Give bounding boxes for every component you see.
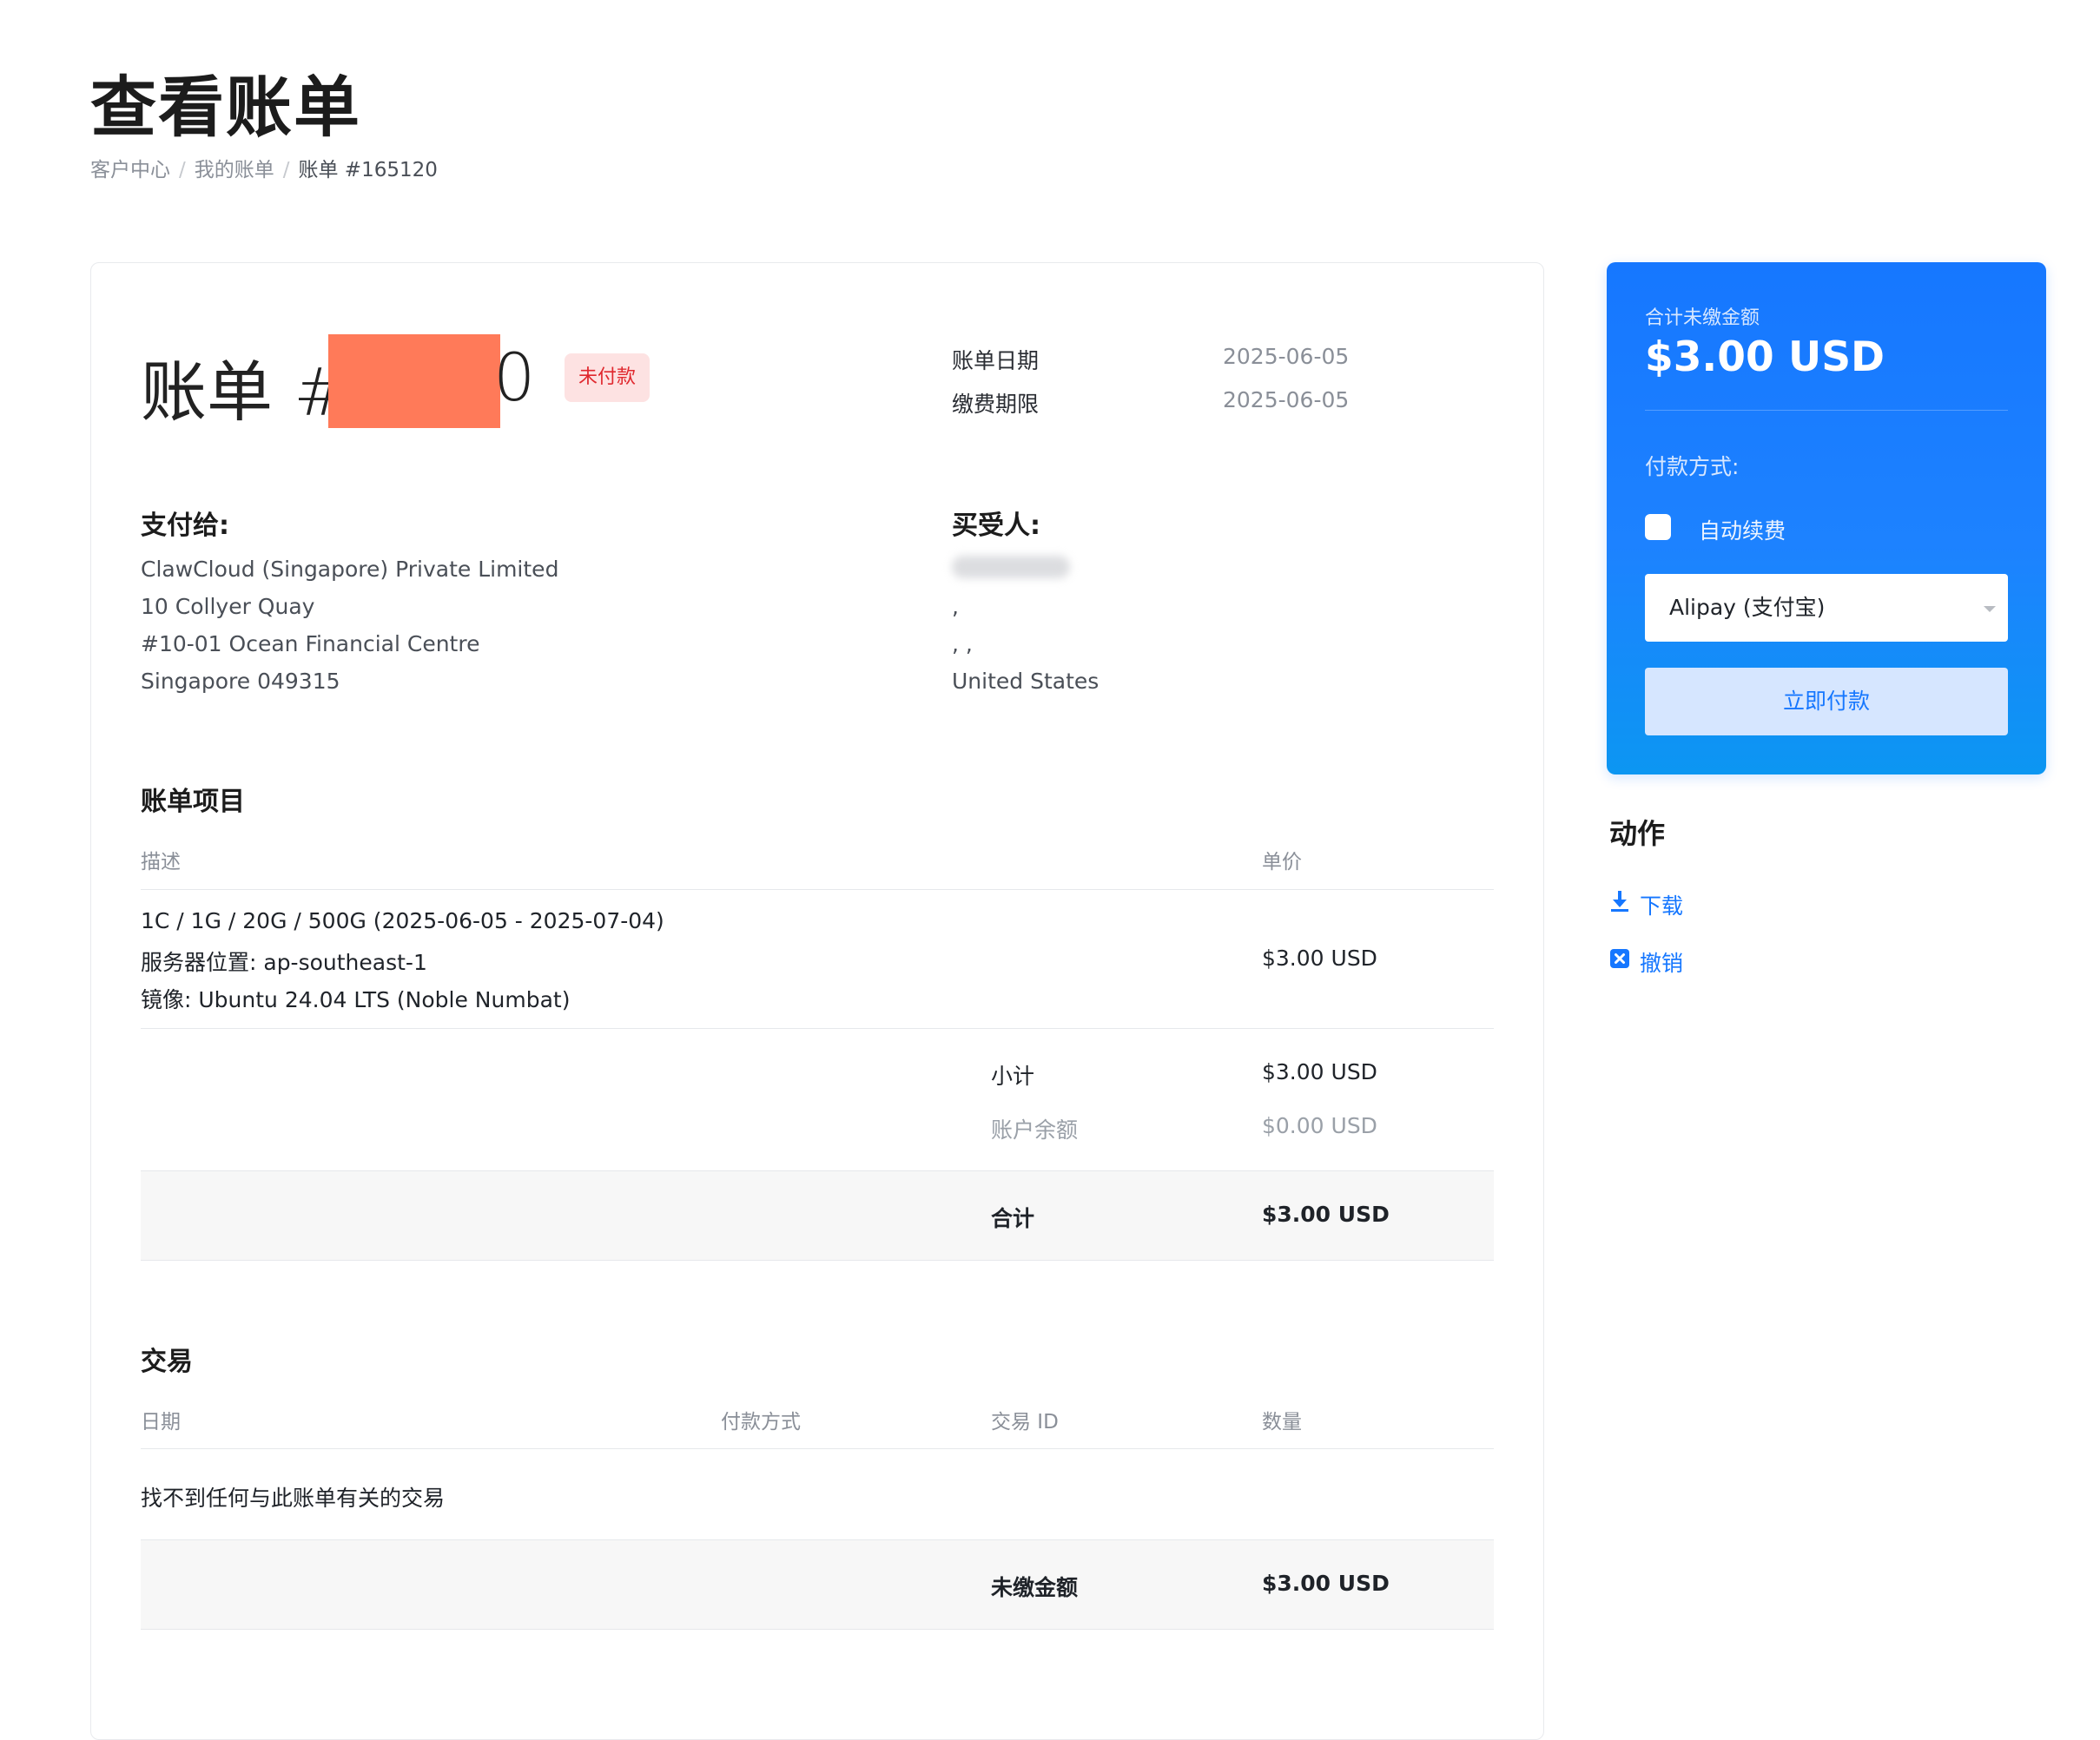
balance-label: 未缴金额 [991,1575,1079,1600]
invoiced-to-line: United States [952,669,1100,694]
auto-renew-label[interactable]: 自动续费 [1699,514,1786,545]
pay-to-line: #10-01 Ocean Financial Centre [141,631,480,656]
transactions-heading: 交易 [141,1347,193,1377]
status-badge: 未付款 [565,353,650,402]
total-label: 合计 [991,1206,1035,1231]
subtotal-value: $3.00 USD [1262,1059,1377,1084]
actions-heading: 动作 [1609,817,1666,850]
col-payment-method: 付款方式 [721,1411,801,1434]
invoiced-to-heading: 买受人: [952,511,1040,541]
redaction-block [328,334,500,428]
close-square-icon[interactable] [1609,948,1630,969]
col-transaction-id: 交易 ID [991,1411,1059,1434]
invoice-title-suffix: 0 [493,339,536,416]
breadcrumb-separator: / [179,159,186,181]
payment-method-label: 付款方式: [1645,454,1740,479]
col-description: 描述 [141,851,181,873]
item-description-line: 服务器位置: ap-southeast-1 [141,950,427,975]
breadcrumb-client-area[interactable]: 客户中心 [90,159,170,181]
download-icon[interactable] [1609,889,1630,913]
total-due-amount: $3.00 USD [1645,333,1885,381]
col-unit-price: 单价 [1262,851,1302,873]
pay-to-heading: 支付给: [141,511,229,541]
pay-to-line: Singapore 049315 [141,669,340,694]
payment-method-select[interactable]: Alipay (支付宝) [1645,574,2008,642]
auto-renew-checkbox[interactable] [1645,514,1671,540]
blurred-buyer-name [952,556,1070,578]
breadcrumb-separator: / [282,159,290,181]
divider [141,889,1494,890]
balance-value: $3.00 USD [1262,1571,1390,1596]
items-heading: 账单项目 [141,787,245,817]
payment-method-value: Alipay (支付宝) [1669,595,1826,620]
item-description-line: 1C / 1G / 20G / 500G (2025-06-05 - 2025-… [141,908,664,933]
credit-label: 账户余额 [991,1117,1079,1143]
download-link[interactable]: 下载 [1640,889,1683,920]
due-date-label: 缴费期限 [952,392,1040,417]
pay-now-button[interactable]: 立即付款 [1645,668,2008,735]
total-due-label: 合计未缴金额 [1645,307,1760,329]
invoiced-to-line: , , [952,631,973,656]
total-value: $3.00 USD [1262,1202,1390,1227]
no-transactions-text: 找不到任何与此账单有关的交易 [141,1486,446,1511]
item-description-line: 镜像: Ubuntu 24.04 LTS (Noble Numbat) [141,987,571,1012]
col-date: 日期 [141,1411,181,1434]
page-title: 查看账单 [90,69,361,146]
breadcrumb: 客户中心 / 我的账单 / 账单 #165120 [90,153,438,182]
breadcrumb-my-invoices[interactable]: 我的账单 [195,159,274,181]
due-date: 2025-06-05 [1223,387,1350,412]
divider [141,1448,1494,1449]
pay-to-line: 10 Collyer Quay [141,594,315,619]
invoice-date: 2025-06-05 [1223,344,1350,369]
chevron-down-icon [1984,606,1996,612]
divider [1645,410,2008,411]
subtotal-label: 小计 [991,1064,1035,1089]
col-amount: 数量 [1262,1411,1302,1434]
invoice-date-label: 账单日期 [952,348,1040,373]
item-price: $3.00 USD [1262,946,1377,971]
invoiced-to-line: , [952,594,959,619]
credit-value: $0.00 USD [1262,1113,1377,1138]
divider [141,1028,1494,1029]
cancel-link[interactable]: 撤销 [1640,946,1683,978]
pay-to-line: ClawCloud (Singapore) Private Limited [141,557,559,582]
breadcrumb-current: 账单 #165120 [298,159,438,181]
